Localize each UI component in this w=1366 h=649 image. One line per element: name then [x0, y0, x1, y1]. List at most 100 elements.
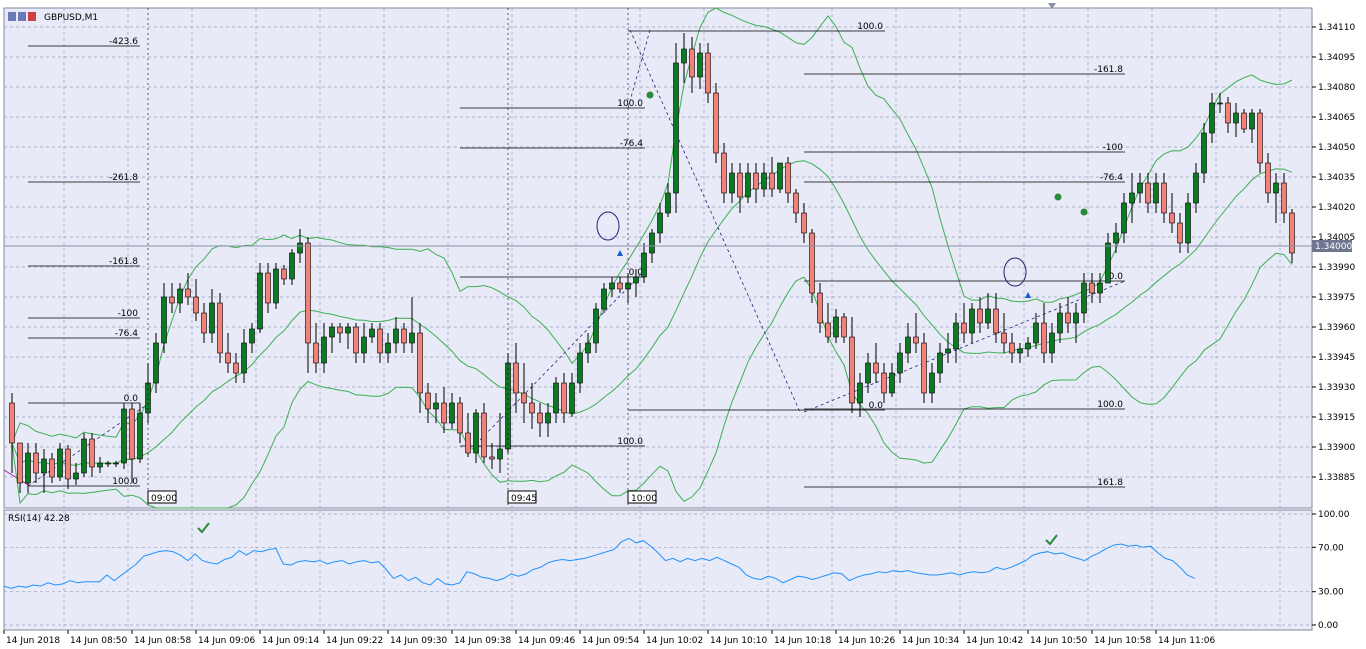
candle-body	[465, 432, 471, 454]
candle-body	[321, 336, 327, 364]
candle-body	[881, 372, 887, 394]
candle-body	[1281, 182, 1287, 214]
rsi-tick-label: 70.00	[1318, 543, 1344, 553]
candle-body	[49, 458, 55, 478]
candle-body	[1209, 102, 1215, 134]
chart-icon-2	[18, 12, 26, 21]
price-tick-label: 1.34050	[1318, 143, 1355, 153]
main-plot-area[interactable]	[3, 7, 1313, 509]
candle-body	[481, 412, 487, 458]
candle-body	[249, 328, 255, 344]
candle-body	[705, 52, 711, 94]
candle-body	[1049, 332, 1055, 354]
time-tick-label: 14 Jun 09:38	[454, 636, 511, 646]
fibo-g3-n100-label: -100	[1103, 143, 1124, 153]
candle-body	[785, 162, 791, 194]
fibo-g3-n161-label: -161.8	[1094, 65, 1123, 75]
candle-body	[1217, 102, 1223, 105]
candle-body	[769, 172, 775, 190]
candle-body	[1273, 182, 1279, 194]
candle-body	[217, 302, 223, 354]
candle-body	[337, 326, 343, 334]
candle-body	[921, 342, 927, 394]
candle-body	[281, 268, 287, 280]
candle-body	[1169, 212, 1175, 224]
candle-body	[449, 402, 455, 424]
candle-body	[809, 232, 815, 294]
candle-body	[353, 326, 359, 354]
candle-body	[1017, 348, 1023, 354]
price-tick-label: 1.34110	[1318, 23, 1355, 33]
candle-body	[929, 372, 935, 394]
candle-body	[937, 352, 943, 374]
candle-body	[289, 252, 295, 280]
candle-body	[793, 192, 799, 214]
candle-body	[1073, 312, 1079, 324]
time-tick-label: 14 Jun 09:46	[518, 636, 575, 646]
candle-body	[1001, 332, 1007, 344]
candle-body	[489, 456, 495, 460]
candle-body	[297, 242, 303, 254]
candle-body	[1225, 102, 1231, 124]
chart-icon	[8, 12, 16, 21]
time-tick-label: 14 Jun 10:18	[774, 636, 831, 646]
price-tick-label: 1.33960	[1318, 323, 1355, 333]
candle-body	[65, 448, 71, 480]
candle-body	[761, 172, 767, 190]
candle-body	[841, 316, 847, 338]
candle-body	[849, 336, 855, 404]
time-tick-label: 14 Jun 09:54	[582, 636, 639, 646]
candle-body	[1065, 312, 1071, 324]
candle-body	[185, 288, 191, 298]
candle-body	[641, 252, 647, 278]
price-tick-label: 1.34035	[1318, 173, 1355, 183]
candle-body	[801, 212, 807, 234]
candle-body	[273, 268, 279, 304]
candle-body	[9, 402, 15, 444]
candle-body	[105, 462, 111, 465]
candle-body	[729, 172, 735, 194]
time-tick-label: 14 Jun 10:50	[1030, 636, 1087, 646]
candle-body	[201, 312, 207, 334]
candle-body	[89, 438, 95, 468]
rsi-tick-label: 30.00	[1318, 588, 1344, 598]
candle-body	[441, 402, 447, 424]
candle-body	[73, 472, 79, 480]
fibo-g1-n161-label: -161.8	[109, 257, 138, 267]
candle-body	[713, 92, 719, 154]
candle-body	[1265, 162, 1271, 194]
rsi-label: RSI(14) 42.28	[8, 514, 70, 524]
price-tick-label: 1.34065	[1318, 113, 1355, 123]
candle-body	[961, 322, 967, 334]
price-tick-label: 1.33915	[1318, 413, 1355, 423]
rsi-plot-area[interactable]	[3, 509, 1313, 631]
candle-body	[913, 336, 919, 344]
candle-body	[305, 242, 311, 344]
fibo-g2-n76-label: -76.4	[620, 139, 644, 149]
candle-body	[753, 172, 759, 190]
candle-body	[1025, 342, 1031, 350]
candle-body	[129, 408, 135, 460]
candle-body	[545, 412, 551, 424]
price-chart[interactable]: -423.6 -261.8 -161.8 -100 -76.4 0.0 100.0 100.0…	[0, 0, 1366, 649]
candle-body	[169, 296, 175, 304]
candle-body	[985, 308, 991, 324]
candle-body	[457, 402, 463, 434]
time-tick-label: 14 Jun 10:58	[1094, 636, 1151, 646]
fibo-g3-100a-label: 100.0	[857, 22, 883, 32]
candle-body	[57, 448, 63, 478]
candle-body	[1201, 132, 1207, 174]
candle-body	[1257, 112, 1263, 164]
candle-body	[1185, 202, 1191, 244]
price-tick-label: 1.34095	[1318, 53, 1355, 63]
candle-body	[409, 332, 415, 344]
candle-body	[969, 308, 975, 334]
chart-icon-3	[28, 12, 36, 21]
candle-body	[945, 348, 951, 354]
candle-body	[265, 272, 271, 304]
candle-body	[33, 452, 39, 474]
candle-body	[561, 382, 567, 414]
candle-body	[113, 462, 119, 465]
candle-body	[345, 326, 351, 334]
price-tick-label: 1.34080	[1318, 83, 1355, 93]
